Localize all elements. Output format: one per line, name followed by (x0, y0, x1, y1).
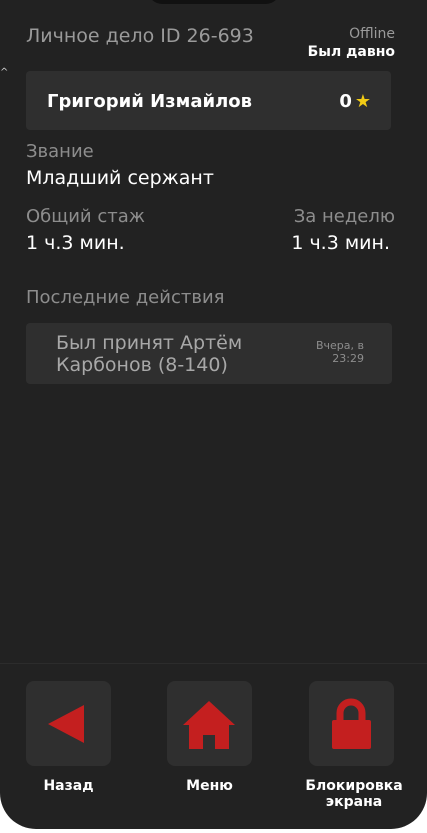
profile-card: Григорий Измайлов 0 ★ (26, 71, 391, 130)
total-service-value: 1 ч.3 мин. (26, 232, 125, 254)
lock-screen-label: Блокировка экрана (305, 778, 403, 810)
recent-actions-label: Последние действия (26, 287, 225, 308)
back-arrow-icon (48, 705, 84, 743)
rating-value: 0 (339, 91, 352, 112)
menu-label: Меню (186, 778, 233, 794)
back-button[interactable] (26, 681, 111, 766)
profile-name: Григорий Измайлов (47, 91, 253, 112)
rank-label: Звание (26, 141, 94, 162)
presence-status: Offline Был давно (308, 25, 395, 61)
home-icon (183, 701, 235, 749)
lock-screen-button[interactable] (309, 681, 394, 766)
screen: ^ Личное дело ID 26-693 Offline Был давн… (0, 0, 427, 829)
last-seen: Был давно (307, 44, 395, 60)
total-service-label: Общий стаж (26, 206, 145, 227)
action-time: Вчера, в 23:29 (315, 339, 364, 365)
online-status: Offline (349, 26, 395, 42)
divider (0, 663, 427, 664)
star-icon: ★ (354, 91, 371, 112)
week-service-value: 1 ч.3 мин. (291, 232, 390, 254)
action-text: Был принят Артём Карбонов (8-140) (56, 332, 243, 376)
caret-icon: ^ (0, 67, 9, 78)
phone-notch (148, 0, 280, 4)
lock-icon (332, 698, 371, 749)
page-title: Личное дело ID 26-693 (26, 25, 254, 47)
week-service-label: За неделю (293, 206, 395, 227)
rank-value: Младший сержант (26, 167, 214, 189)
back-label: Назад (43, 778, 94, 794)
phone-frame: ^ Личное дело ID 26-693 Offline Был давн… (0, 0, 427, 833)
list-item[interactable]: Был принят Артём Карбонов (8-140) Вчера,… (26, 323, 392, 384)
menu-button[interactable] (167, 681, 252, 766)
rating: 0 ★ (339, 91, 371, 112)
